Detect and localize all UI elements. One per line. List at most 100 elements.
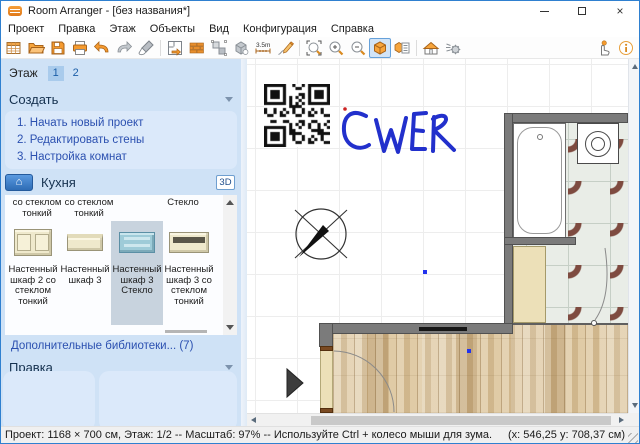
- library-item-label: Настенный шкаф 3 Стекло: [111, 265, 163, 297]
- toolbar-separator: [160, 40, 161, 56]
- measure-button[interactable]: 3.5m: [252, 38, 274, 58]
- library-item-cabinet3-glass-thin[interactable]: Настенный шкаф 3 со стеклом тонкий: [163, 221, 215, 325]
- library-scrollbar-horizontal[interactable]: [165, 330, 207, 333]
- entry-door-leaf[interactable]: [320, 351, 333, 408]
- link-edit-walls[interactable]: 2. Редактировать стены: [17, 132, 237, 149]
- menu-configuration[interactable]: Конфигурация: [236, 23, 324, 35]
- floor-tab-1[interactable]: 1: [48, 66, 64, 81]
- select-transform-icon: [210, 39, 228, 57]
- wall-bathroom-left[interactable]: [504, 113, 513, 334]
- menu-bar: Проект Правка Этаж Объекты Вид Конфигура…: [1, 21, 639, 37]
- info-button[interactable]: [615, 38, 637, 58]
- app-logo-icon: [8, 6, 22, 16]
- clipped-item-label: со стеклом тонкий: [11, 197, 63, 219]
- chevron-down-icon[interactable]: [225, 97, 233, 102]
- toolbar-separator: [416, 40, 417, 56]
- resize-grip[interactable]: [628, 433, 638, 443]
- link-new-project[interactable]: 1. Начать новый проект: [17, 115, 237, 132]
- menu-floor[interactable]: Этаж: [102, 23, 142, 35]
- save-project-button[interactable]: [47, 38, 69, 58]
- menu-help[interactable]: Справка: [324, 23, 381, 35]
- wall-bottom[interactable]: [319, 323, 513, 334]
- toolbar: 3.5m: [1, 37, 639, 59]
- view-3d-with-list-button[interactable]: [391, 38, 413, 58]
- open-project-icon: [27, 39, 45, 57]
- scroll-up-icon[interactable]: [226, 200, 234, 205]
- minimize-icon: [540, 11, 549, 12]
- show-3d-house-button[interactable]: [420, 38, 442, 58]
- toolbar-separator: [299, 40, 300, 56]
- measure-icon: 3.5m: [254, 39, 272, 57]
- scroll-up-icon[interactable]: [632, 64, 638, 69]
- more-libraries-link[interactable]: Дополнительные библиотеки... (7): [11, 340, 193, 352]
- wall-top[interactable]: [504, 113, 628, 123]
- floor-plan-canvas[interactable]: [247, 59, 628, 413]
- maximize-button[interactable]: [563, 1, 601, 21]
- menu-objects[interactable]: Объекты: [143, 23, 202, 35]
- library-header: ⌂ Кухня 3D: [5, 171, 237, 193]
- floor-tab-2[interactable]: 2: [68, 66, 84, 81]
- object-3d-move-icon: [232, 39, 250, 57]
- create-section-header[interactable]: Создать: [9, 91, 233, 107]
- scroll-down-icon[interactable]: [226, 325, 234, 330]
- triangle-marker: [287, 369, 303, 397]
- library-item-cabinet2-glass-thin[interactable]: Настенный шкаф 2 со стеклом тонкий: [7, 221, 59, 325]
- app-window: Room Arranger - [без названия*] × Проект…: [0, 0, 640, 444]
- view-3d-button[interactable]: [369, 38, 391, 58]
- format-painter-icon: [137, 39, 155, 57]
- library-item-cabinet3-glass[interactable]: Настенный шкаф 3 Стекло: [111, 221, 163, 325]
- edit-panel-left: [3, 371, 95, 426]
- zoom-in-button[interactable]: [325, 38, 347, 58]
- chevron-down-icon[interactable]: [225, 365, 233, 370]
- library-3d-button[interactable]: 3D: [216, 175, 235, 190]
- close-button[interactable]: ×: [601, 1, 639, 21]
- redo-icon: [115, 39, 133, 57]
- select-transform-button[interactable]: [208, 38, 230, 58]
- menu-edit[interactable]: Правка: [51, 23, 102, 35]
- scroll-left-icon[interactable]: [251, 417, 256, 423]
- object-3d-move-button[interactable]: [230, 38, 252, 58]
- edit-walls-button[interactable]: [164, 38, 186, 58]
- bathtub[interactable]: [513, 123, 566, 238]
- undo-button[interactable]: [91, 38, 113, 58]
- zoom-fit-button[interactable]: [303, 38, 325, 58]
- redo-button[interactable]: [113, 38, 135, 58]
- living-room-wood-floor: [333, 325, 628, 413]
- zoom-out-button[interactable]: [347, 38, 369, 58]
- selection-point-1: [423, 270, 427, 274]
- title-bar: Room Arranger - [без названия*] ×: [1, 1, 639, 21]
- bathtub-basin: [517, 127, 562, 234]
- library-item-cabinet3[interactable]: Настенный шкаф 3: [59, 221, 111, 325]
- hand-tool-button[interactable]: [593, 38, 615, 58]
- bathroom-door-leaf[interactable]: [513, 246, 546, 323]
- canvas-scrollbar-vertical[interactable]: [628, 59, 640, 413]
- wall-corner[interactable]: [319, 323, 333, 347]
- print-button[interactable]: [69, 38, 91, 58]
- home-icon: ⌂: [16, 176, 23, 188]
- scroll-down-icon[interactable]: [632, 403, 638, 408]
- library-home-button[interactable]: ⌂: [5, 174, 33, 191]
- clipped-item-label: со стеклом тонкий: [63, 197, 115, 219]
- new-project-icon: [5, 39, 23, 57]
- minimize-button[interactable]: [525, 1, 563, 21]
- draw-pen-button[interactable]: [274, 38, 296, 58]
- open-project-button[interactable]: [25, 38, 47, 58]
- zoom-out-icon: [349, 39, 367, 57]
- menu-project[interactable]: Проект: [1, 23, 51, 35]
- print-icon: [71, 39, 89, 57]
- canvas-scrollbar-horizontal[interactable]: [247, 413, 628, 426]
- menu-view[interactable]: Вид: [202, 23, 236, 35]
- wall-stub[interactable]: [504, 237, 576, 245]
- library-scrollbar-vertical[interactable]: [223, 195, 237, 335]
- format-painter-button[interactable]: [135, 38, 157, 58]
- view-3d-with-list-icon: [393, 39, 411, 57]
- scroll-right-icon[interactable]: [619, 417, 624, 423]
- walkthrough-button[interactable]: [442, 38, 464, 58]
- view-3d-icon: [371, 39, 389, 57]
- new-project-button[interactable]: [3, 38, 25, 58]
- scrollbar-thumb[interactable]: [311, 416, 611, 425]
- link-room-setup[interactable]: 3. Настройка комнат: [17, 149, 237, 166]
- washing-machine[interactable]: [577, 123, 619, 164]
- wall-bricks-button[interactable]: [186, 38, 208, 58]
- qr-code[interactable]: [264, 84, 330, 147]
